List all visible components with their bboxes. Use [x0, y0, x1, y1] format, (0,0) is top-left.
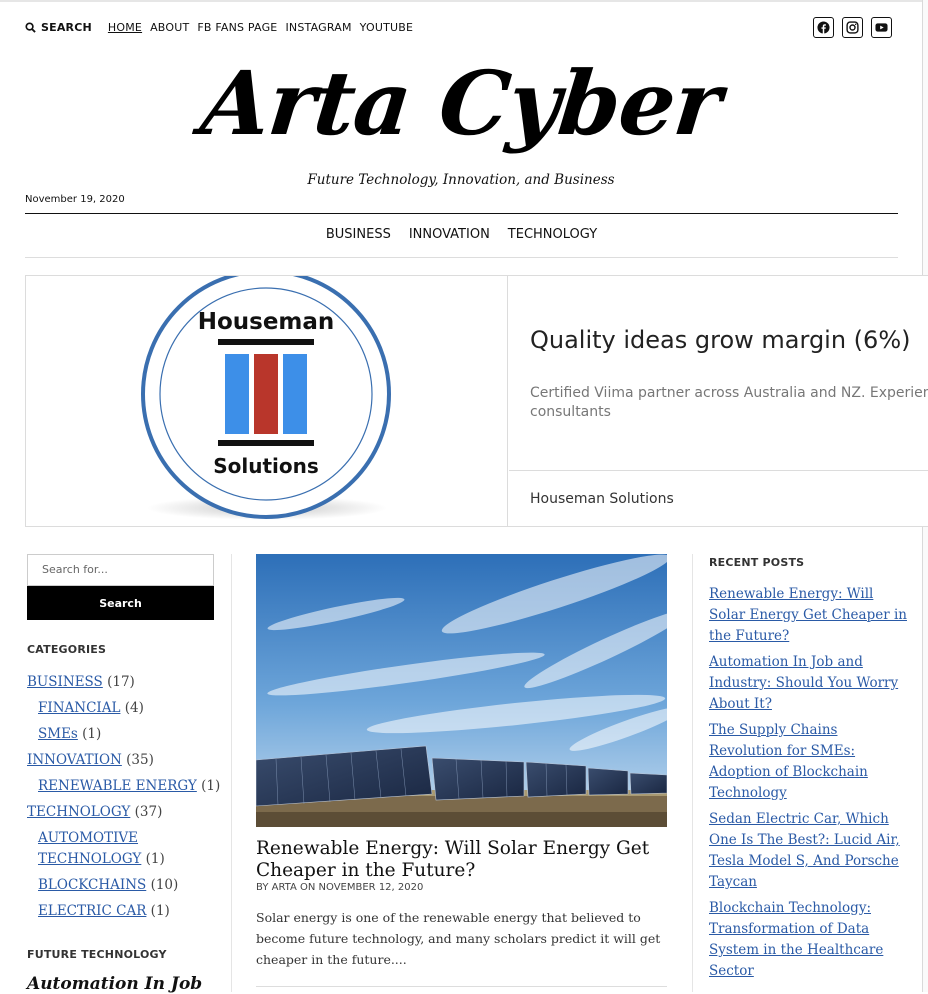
column-divider	[231, 554, 232, 992]
category-link[interactable]: BLOCKCHAINS	[38, 877, 146, 893]
ad-headline[interactable]: Quality ideas grow margin (6%)	[530, 326, 910, 354]
category-item: RENEWABLE ENERGY (1)	[27, 776, 227, 797]
category-count: (35)	[126, 752, 154, 768]
top-link-youtube[interactable]: YOUTUBE	[360, 21, 414, 34]
header-divider	[25, 213, 898, 214]
category-count: (4)	[124, 700, 144, 716]
column-divider	[692, 554, 693, 992]
category-count: (1)	[201, 778, 221, 794]
top-link-about[interactable]: ABOUT	[150, 21, 189, 34]
category-count: (1)	[145, 851, 165, 867]
search-label: SEARCH	[41, 20, 92, 34]
sidebar-search-input[interactable]: Search for...	[27, 554, 214, 586]
future-technology-title: FUTURE TECHNOLOGY	[27, 948, 167, 961]
recent-post-item: Sedan Electric Car, Which One Is The Bes…	[709, 809, 909, 893]
category-link[interactable]: ELECTRIC CAR	[38, 903, 146, 919]
category-link[interactable]: TECHNOLOGY	[27, 804, 130, 820]
top-link-instagram[interactable]: INSTAGRAM	[285, 21, 351, 34]
recent-post-item: Renewable Energy: Will Solar Energy Get …	[709, 584, 909, 647]
recent-post-item: The Supply Chains Revolution for SMEs: A…	[709, 720, 909, 804]
category-item: AUTOMOTIVE TECHNOLOGY (1)	[27, 828, 167, 870]
recent-post-link[interactable]: Automation In Job and Industry: Should Y…	[709, 654, 898, 712]
category-link[interactable]: BUSINESS	[27, 674, 103, 690]
category-count: (37)	[134, 804, 163, 820]
instagram-icon[interactable]	[842, 17, 863, 38]
top-bar: SEARCH HOME ABOUT FB FANS PAGE INSTAGRAM…	[25, 18, 421, 36]
recent-post-link[interactable]: Sedan Electric Car, Which One Is The Bes…	[709, 811, 900, 890]
category-item: BUSINESS (17)	[27, 672, 227, 693]
ad-text-panel[interactable]: Quality ideas grow margin (6%) Certified…	[509, 276, 928, 526]
sidebar-search-button[interactable]: Search	[27, 586, 214, 620]
facebook-icon[interactable]	[813, 17, 834, 38]
post-featured-image[interactable]	[256, 554, 667, 827]
solar-panels-image	[256, 554, 667, 827]
categories-list: BUSINESS (17) FINANCIAL (4) SMEs (1) INN…	[27, 672, 227, 927]
category-item: SMEs (1)	[27, 724, 227, 745]
ad-logo-top-text: Houseman	[198, 309, 335, 335]
site-logo[interactable]: Arta Cyber	[0, 48, 928, 158]
recent-posts-list: Renewable Energy: Will Solar Energy Get …	[709, 584, 909, 987]
ad-logo-bottom-text: Solutions	[213, 454, 319, 478]
youtube-icon[interactable]	[871, 17, 892, 38]
nav-technology[interactable]: TECHNOLOGY	[508, 227, 597, 242]
houseman-logo: Houseman Solutions	[141, 276, 391, 520]
category-link[interactable]: SMEs	[38, 726, 78, 742]
recent-post-item: Automation In Job and Industry: Should Y…	[709, 652, 909, 715]
category-item: FINANCIAL (4)	[27, 698, 227, 719]
top-link-home[interactable]: HOME	[108, 21, 142, 34]
post-title[interactable]: Renewable Energy: Will Solar Energy Get …	[256, 838, 667, 882]
recent-post-link[interactable]: Renewable Energy: Will Solar Energy Get …	[709, 586, 907, 644]
ad-description: Certified Viima partner across Australia…	[530, 385, 928, 420]
recent-posts-title: RECENT POSTS	[709, 556, 805, 569]
category-count: (17)	[107, 674, 135, 690]
category-link[interactable]: RENEWABLE ENERGY	[38, 778, 197, 794]
post-excerpt: Solar energy is one of the renewable ene…	[256, 910, 661, 967]
window-top-edge	[0, 0, 928, 2]
main-nav: BUSINESS INNOVATION TECHNOLOGY	[25, 227, 898, 242]
category-item: TECHNOLOGY (37)	[27, 802, 227, 823]
category-count: (10)	[150, 877, 179, 893]
categories-title: CATEGORIES	[27, 643, 107, 656]
category-link[interactable]: FINANCIAL	[38, 700, 120, 716]
category-count: (1)	[150, 903, 170, 919]
category-item: ELECTRIC CAR (1)	[27, 901, 227, 922]
category-item: BLOCKCHAINS (10)	[27, 875, 227, 896]
search-toggle[interactable]: SEARCH	[25, 21, 92, 34]
post-meta: BY ARTA ON NOVEMBER 12, 2020	[256, 882, 424, 893]
category-link[interactable]: INNOVATION	[27, 752, 122, 768]
nav-innovation[interactable]: INNOVATION	[409, 227, 490, 242]
category-item: INNOVATION (35)	[27, 750, 227, 771]
recent-post-link[interactable]: Blockchain Technology: Transformation of…	[709, 900, 883, 979]
recent-post-link[interactable]: The Supply Chains Revolution for SMEs: A…	[709, 722, 868, 801]
post-divider	[256, 986, 667, 987]
social-links	[813, 17, 892, 38]
ad-divider	[509, 470, 928, 471]
future-post-title[interactable]: Automation In Job	[27, 974, 202, 994]
nav-business[interactable]: BUSINESS	[326, 227, 391, 242]
ad-image[interactable]: Houseman Solutions	[26, 276, 508, 526]
ad-brand[interactable]: Houseman Solutions	[530, 491, 674, 507]
current-date: November 19, 2020	[25, 194, 125, 205]
recent-post-item: Blockchain Technology: Transformation of…	[709, 898, 909, 982]
nav-divider	[25, 257, 898, 258]
category-link[interactable]: AUTOMOTIVE TECHNOLOGY	[38, 830, 141, 867]
advertisement[interactable]: Houseman Solutions Quality ideas grow ma…	[25, 275, 928, 527]
site-tagline: Future Technology, Innovation, and Busin…	[307, 172, 615, 188]
search-icon	[25, 21, 36, 33]
category-count: (1)	[82, 726, 102, 742]
top-link-fb-fans-page[interactable]: FB FANS PAGE	[197, 21, 277, 34]
